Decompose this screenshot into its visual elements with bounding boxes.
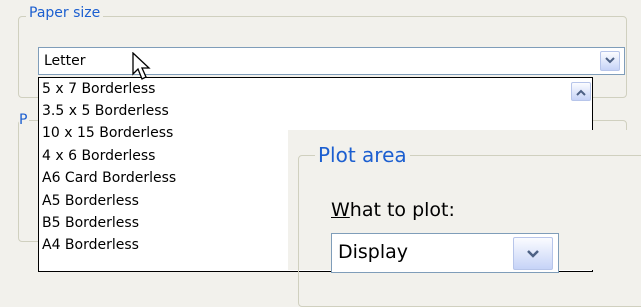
list-item[interactable]: 4 x 6 Borderless	[42, 148, 155, 164]
what-to-plot-combobox[interactable]: Display	[331, 233, 559, 273]
what-to-plot-selected: Display	[338, 241, 409, 263]
paper-size-selected: Letter	[44, 53, 86, 69]
list-item[interactable]: 5 x 7 Borderless	[42, 81, 155, 97]
list-item[interactable]: 3.5 x 5 Borderless	[42, 103, 169, 119]
scroll-up-button[interactable]	[571, 82, 591, 101]
plot-area-group	[298, 155, 641, 307]
background-group-legend-fragment: P	[19, 112, 29, 132]
paper-size-legend: Paper size	[26, 5, 104, 21]
plot-area-dialog: Plot area What to plot: Display	[288, 130, 641, 307]
list-item[interactable]: A5 Borderless	[42, 193, 139, 209]
paper-size-dropdown-button[interactable]	[600, 51, 620, 71]
list-item[interactable]: 10 x 15 Borderless	[42, 125, 173, 141]
what-to-plot-label: What to plot:	[331, 199, 455, 221]
chevron-down-icon	[605, 57, 615, 64]
list-item[interactable]: B5 Borderless	[42, 215, 139, 231]
plot-area-legend: Plot area	[315, 142, 410, 168]
what-to-plot-dropdown-button[interactable]	[513, 237, 553, 270]
paper-size-combobox[interactable]: Letter	[38, 47, 625, 75]
list-item[interactable]: A6 Card Borderless	[42, 170, 176, 186]
chevron-up-icon	[576, 89, 586, 96]
chevron-down-icon	[527, 249, 539, 258]
list-item[interactable]: A4 Borderless	[42, 237, 139, 253]
mouse-pointer-icon	[132, 52, 151, 80]
